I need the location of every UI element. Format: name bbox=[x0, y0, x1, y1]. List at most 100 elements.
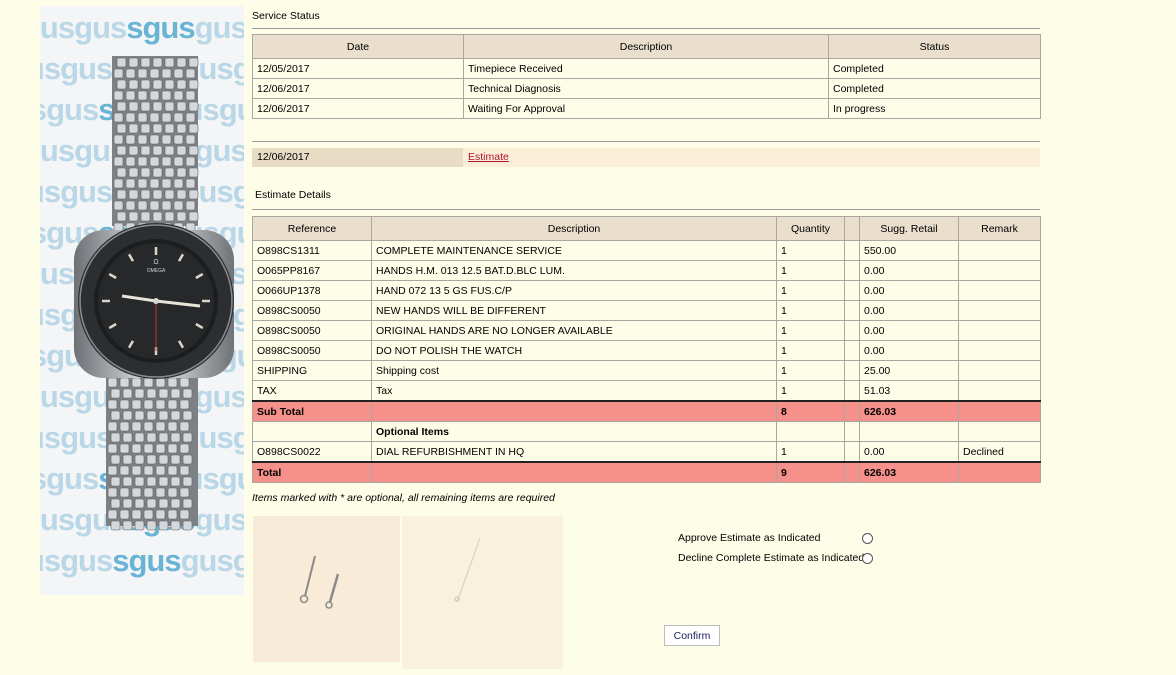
service-status-title: Service Status bbox=[252, 10, 320, 22]
item-quantity: 1 bbox=[776, 240, 845, 261]
estimate-link[interactable]: Estimate bbox=[468, 148, 509, 167]
item-reference: O066UP1378 bbox=[252, 280, 372, 301]
optional-blank bbox=[776, 421, 845, 442]
item-remark: Declined bbox=[958, 441, 1041, 463]
estimate-table: Reference Description Quantity Sugg. Ret… bbox=[252, 216, 1041, 483]
decline-label: Decline Complete Estimate as Indicated bbox=[678, 552, 865, 564]
total-blank bbox=[844, 461, 860, 483]
watch-hands-icon bbox=[299, 555, 340, 609]
header-description: Description bbox=[371, 216, 777, 241]
item-blank bbox=[844, 300, 860, 321]
table-row: TAX Tax 1 51.03 bbox=[252, 380, 1041, 402]
status-value: In progress bbox=[828, 98, 1041, 119]
item-retail: 25.00 bbox=[859, 360, 959, 381]
divider bbox=[252, 28, 1040, 29]
divider bbox=[252, 209, 1040, 210]
item-description: Shipping cost bbox=[371, 360, 777, 381]
item-description: Tax bbox=[371, 380, 777, 402]
item-description: HANDS H.M. 013 12.5 BAT.D.BLC LUM. bbox=[371, 260, 777, 281]
item-retail: 550.00 bbox=[859, 240, 959, 261]
optional-row: O898CS0022 DIAL REFURBISHMENT IN HQ 1 0.00 D… bbox=[252, 441, 1041, 463]
status-description: Timepiece Received bbox=[463, 58, 829, 79]
item-retail: 0.00 bbox=[859, 300, 959, 321]
item-description: ORIGINAL HANDS ARE NO LONGER AVAILABLE bbox=[371, 320, 777, 341]
confirm-button[interactable]: Confirm bbox=[664, 625, 720, 646]
item-quantity: 1 bbox=[776, 360, 845, 381]
subtotal-label: Sub Total bbox=[252, 400, 372, 422]
divider bbox=[252, 141, 1040, 142]
item-retail: 0.00 bbox=[859, 441, 959, 463]
header-quantity: Quantity bbox=[776, 216, 845, 241]
item-description: HAND 072 13 5 GS FUS.C/P bbox=[371, 280, 777, 301]
table-row: O065PP8167 HANDS H.M. 013 12.5 BAT.D.BLC … bbox=[252, 260, 1041, 281]
table-row: O898CS0050 ORIGINAL HANDS ARE NO LONGER A… bbox=[252, 320, 1041, 341]
status-date: 12/06/2017 bbox=[252, 78, 464, 99]
estimate-date: 12/06/2017 bbox=[252, 148, 463, 167]
total-blank bbox=[958, 461, 1041, 483]
approve-radio[interactable] bbox=[862, 533, 873, 544]
item-retail: 0.00 bbox=[859, 280, 959, 301]
item-blank bbox=[844, 240, 860, 261]
second-hand-icon bbox=[454, 537, 481, 603]
header-description: Description bbox=[463, 34, 829, 59]
item-quantity: 1 bbox=[776, 320, 845, 341]
approve-label: Approve Estimate as Indicated bbox=[678, 532, 821, 544]
item-quantity: 1 bbox=[776, 280, 845, 301]
table-row: O898CS0050 DO NOT POLISH THE WATCH 1 0.00 bbox=[252, 340, 1041, 361]
item-blank bbox=[844, 320, 860, 341]
item-description: NEW HANDS WILL BE DIFFERENT bbox=[371, 300, 777, 321]
status-date: 12/05/2017 bbox=[252, 58, 464, 79]
item-remark bbox=[958, 380, 1041, 402]
header-status: Status bbox=[828, 34, 1041, 59]
item-remark bbox=[958, 240, 1041, 261]
item-reference: SHIPPING bbox=[252, 360, 372, 381]
item-remark bbox=[958, 340, 1041, 361]
hands-thumbnail[interactable] bbox=[253, 516, 400, 662]
item-blank bbox=[844, 380, 860, 402]
table-row: 12/05/2017 Timepiece Received Completed bbox=[252, 58, 1041, 79]
item-remark bbox=[958, 360, 1041, 381]
item-blank bbox=[844, 280, 860, 301]
item-reference: O898CS0050 bbox=[252, 340, 372, 361]
total-row: Total 9 626.03 bbox=[252, 461, 1041, 483]
status-description: Technical Diagnosis bbox=[463, 78, 829, 99]
optional-blank bbox=[958, 421, 1041, 442]
item-reference: O898CS0050 bbox=[252, 320, 372, 341]
subtotal-quantity: 8 bbox=[776, 400, 845, 422]
svg-text:OMEGA: OMEGA bbox=[147, 268, 166, 274]
subtotal-blank bbox=[844, 400, 860, 422]
status-date: 12/06/2017 bbox=[252, 98, 464, 119]
optional-note: Items marked with * are optional, all re… bbox=[252, 492, 555, 504]
item-retail: 51.03 bbox=[859, 380, 959, 402]
service-status-table: Date Description Status 12/05/2017 Timep… bbox=[252, 34, 1041, 119]
item-remark bbox=[958, 320, 1041, 341]
hand-thumbnail[interactable] bbox=[402, 516, 563, 669]
item-blank bbox=[844, 441, 860, 463]
header-sugg-retail: Sugg. Retail bbox=[859, 216, 959, 241]
item-reference: O898CS0050 bbox=[252, 300, 372, 321]
table-row: O898CS0050 NEW HANDS WILL BE DIFFERENT 1 0.… bbox=[252, 300, 1041, 321]
optional-items-label: Optional Items bbox=[371, 421, 777, 442]
item-reference: O898CS1311 bbox=[252, 240, 372, 261]
estimate-details-title: Estimate Details bbox=[255, 189, 331, 201]
decline-radio[interactable] bbox=[862, 553, 873, 564]
total-quantity: 9 bbox=[776, 461, 845, 483]
item-remark bbox=[958, 260, 1041, 281]
optional-blank bbox=[859, 421, 959, 442]
subtotal-row: Sub Total 8 626.03 bbox=[252, 400, 1041, 422]
table-row: 12/06/2017 Technical Diagnosis Completed bbox=[252, 78, 1041, 99]
header-remark: Remark bbox=[958, 216, 1041, 241]
total-label: Total bbox=[252, 461, 372, 483]
item-retail: 0.00 bbox=[859, 260, 959, 281]
estimate-row: 12/06/2017 Estimate bbox=[252, 148, 1040, 167]
item-remark bbox=[958, 280, 1041, 301]
table-row: O066UP1378 HAND 072 13 5 GS FUS.C/P 1 0.00 bbox=[252, 280, 1041, 301]
optional-blank bbox=[844, 421, 860, 442]
item-blank bbox=[844, 260, 860, 281]
item-reference: O065PP8167 bbox=[252, 260, 372, 281]
item-blank bbox=[844, 340, 860, 361]
item-reference: O898CS0022 bbox=[252, 441, 372, 463]
table-row: O898CS1311 COMPLETE MAINTENANCE SERVICE 1 5… bbox=[252, 240, 1041, 261]
optional-blank bbox=[252, 421, 372, 442]
item-quantity: 1 bbox=[776, 340, 845, 361]
